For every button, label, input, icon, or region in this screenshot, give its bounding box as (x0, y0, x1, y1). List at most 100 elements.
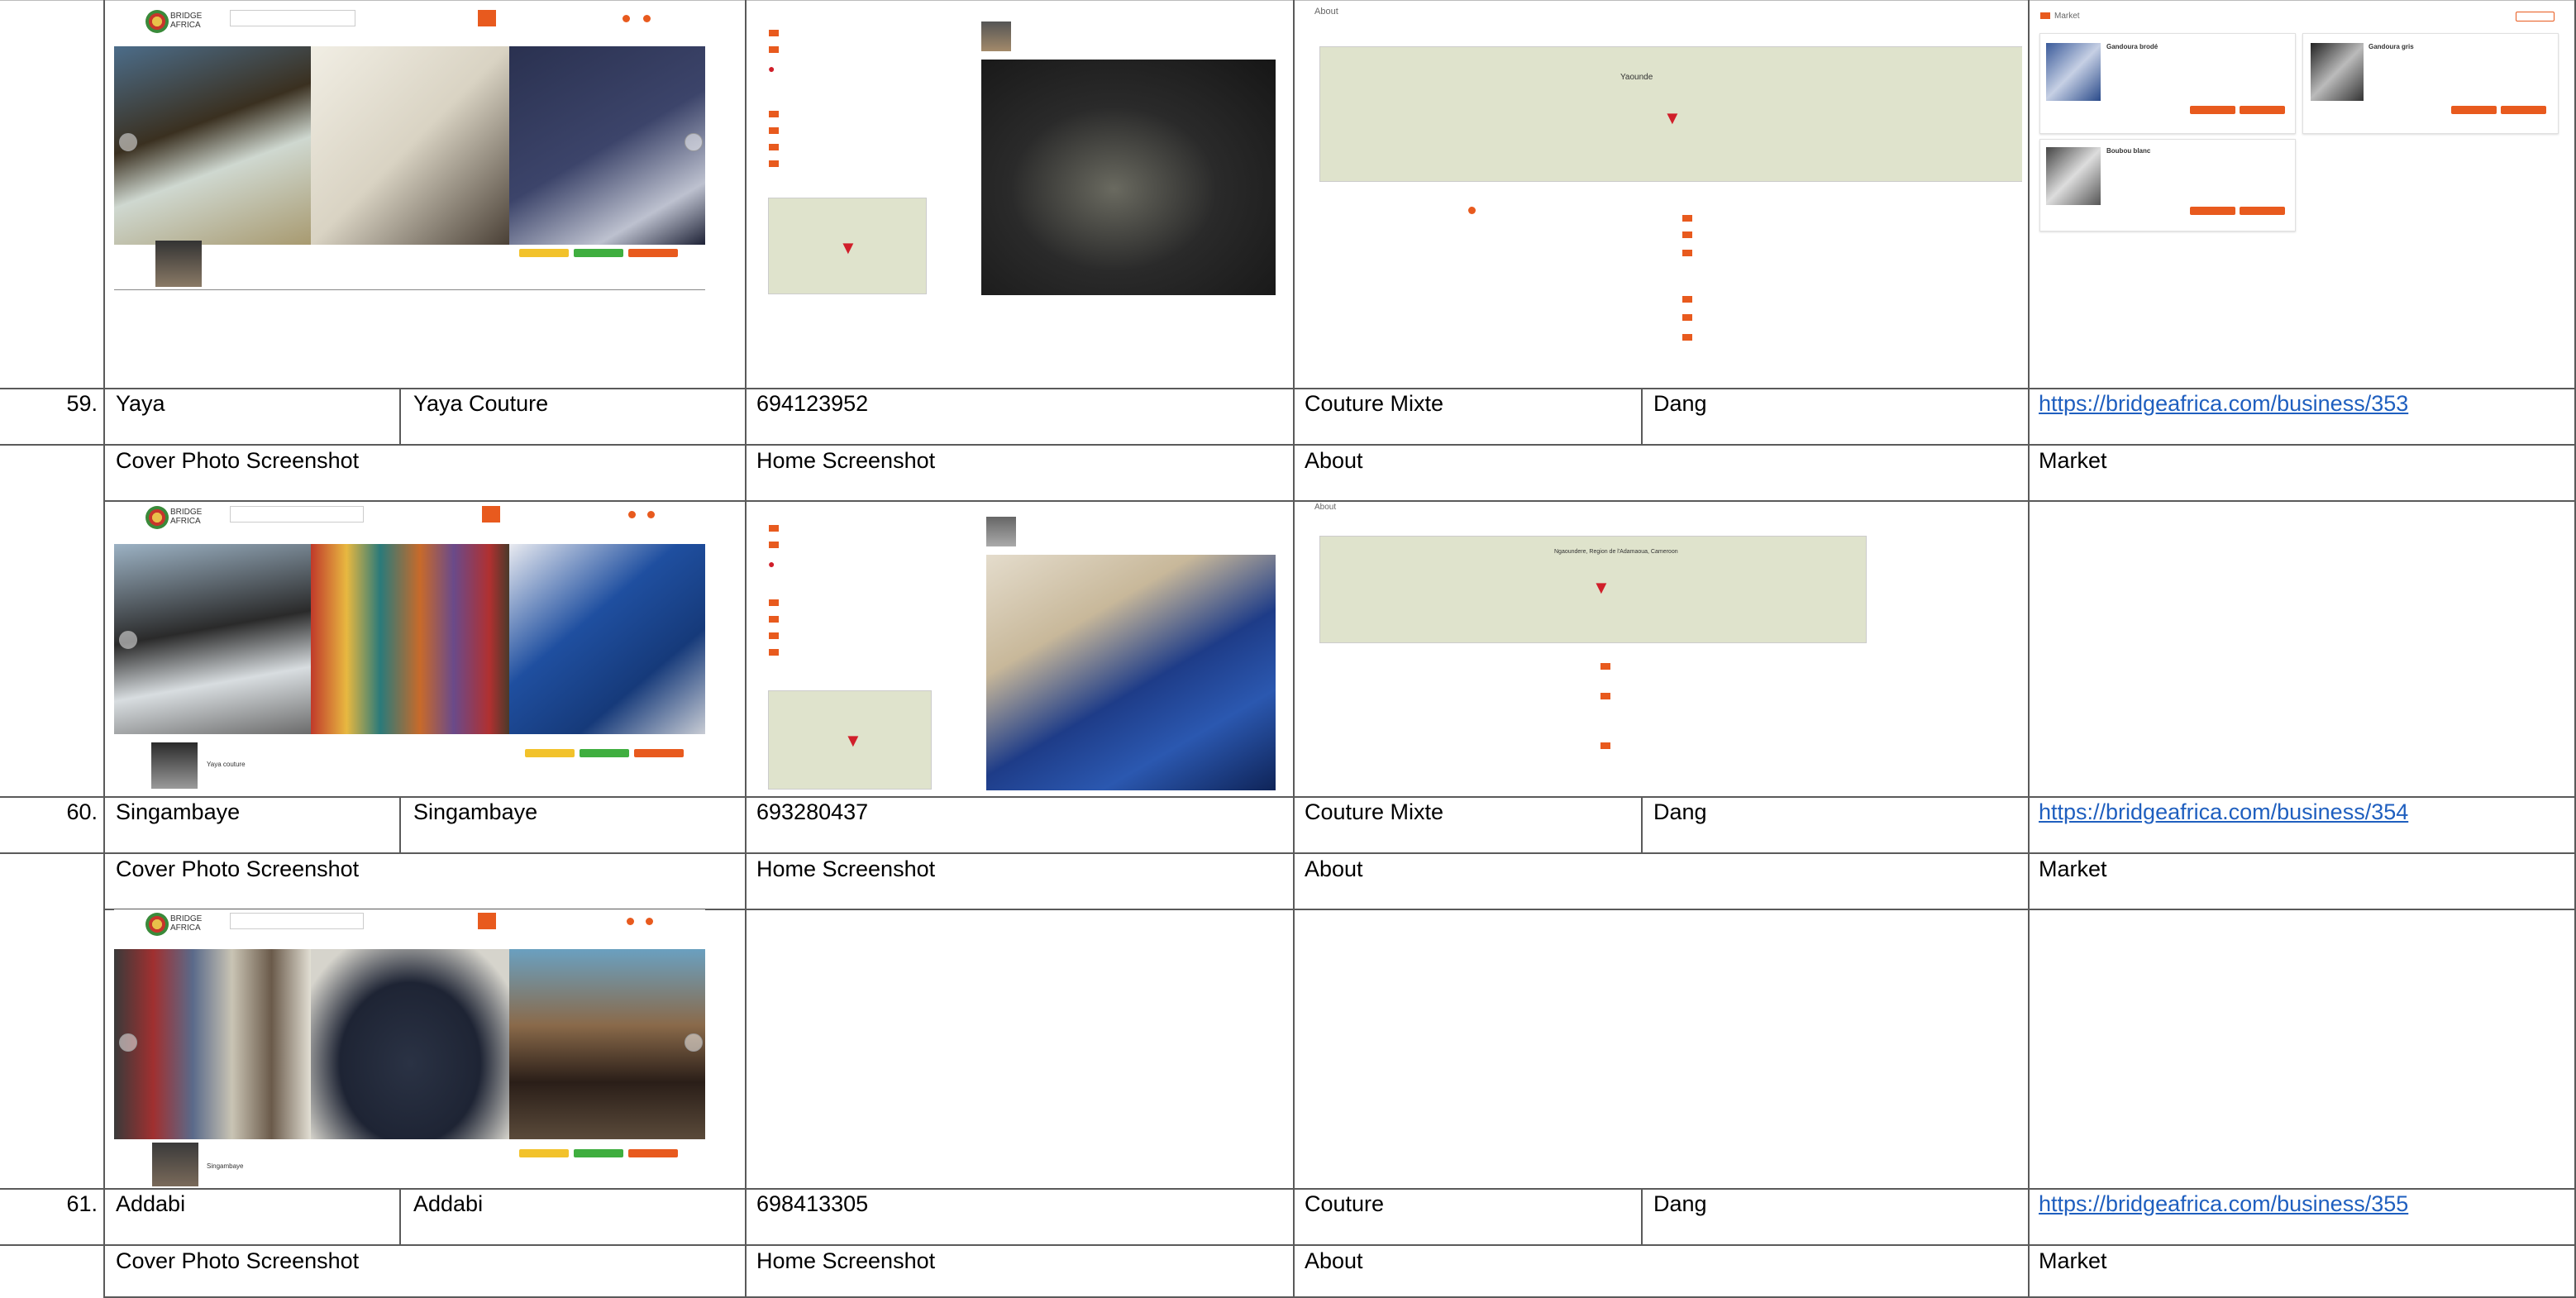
search-input[interactable] (230, 913, 364, 929)
carousel-next-icon[interactable] (685, 1033, 703, 1052)
cover-photo (114, 46, 311, 245)
message-icon[interactable] (646, 918, 653, 925)
message-icon[interactable] (647, 511, 655, 518)
product-image (2311, 43, 2364, 101)
info-icon (769, 599, 779, 606)
header-home: Home Screenshot (756, 857, 936, 881)
row-name: Singambaye (116, 799, 241, 824)
row-business: Addabi (413, 1191, 484, 1216)
search-input[interactable] (230, 506, 364, 523)
market-button[interactable] (2240, 106, 2285, 114)
search-button[interactable] (482, 506, 500, 523)
market-button[interactable] (2190, 207, 2235, 215)
header-about: About (1305, 448, 1363, 473)
header-about: About (1305, 1248, 1363, 1273)
avatar (986, 517, 1016, 546)
map-pin-icon: ▼ (839, 237, 857, 258)
info-icon (1682, 296, 1692, 303)
row-url-link[interactable]: https://bridgeafrica.com/business/355 (2039, 1191, 2408, 1217)
grid-line (1641, 388, 1643, 444)
about-label: About (1314, 7, 1338, 17)
notification-icon[interactable] (628, 511, 636, 518)
home-screenshot: ● ▼ (765, 508, 1287, 794)
grid-line (399, 388, 401, 444)
market-label: Market (2054, 12, 2080, 21)
about-screenshot: About ▼ Ngaoundere, Region de l'Adamaoua… (1306, 503, 1868, 792)
green-button[interactable] (580, 749, 629, 757)
orange-button[interactable] (628, 249, 678, 257)
row-number: 60. (66, 799, 98, 824)
location-icon: ● (768, 557, 775, 570)
avatar (981, 21, 1011, 51)
product-title: Gandoura gris (2368, 43, 2414, 50)
row-name: Yaya (116, 391, 165, 416)
info-icon (769, 30, 779, 36)
carousel-next-icon[interactable] (685, 133, 703, 151)
row-business: Yaya Couture (413, 391, 549, 416)
grid-line (103, 0, 105, 1298)
location-icon (1600, 693, 1610, 699)
map-pin-icon: ▼ (1592, 577, 1610, 598)
cover-screenshot: BRIDGE AFRICA Yaya couture (114, 503, 705, 792)
header-cover: Cover Photo Screenshot (116, 1248, 360, 1273)
market-button[interactable] (2451, 106, 2497, 114)
home-screenshot: ● ▼ (765, 12, 1287, 297)
grid-line (1293, 0, 1295, 1298)
search-button[interactable] (478, 10, 496, 26)
grid-line (745, 0, 747, 1298)
logo-icon (145, 506, 169, 529)
row-locality: Dang (1653, 799, 1707, 824)
row-category: Couture Mixte (1305, 799, 1444, 824)
carousel-prev-icon[interactable] (119, 631, 137, 649)
grid-line (0, 444, 2576, 446)
logo-text: BRIDGE AFRICA (170, 508, 203, 526)
search-button[interactable] (478, 913, 496, 929)
green-button[interactable] (574, 249, 623, 257)
info-icon (1682, 215, 1692, 222)
green-button[interactable] (574, 1149, 623, 1157)
carousel-prev-icon[interactable] (119, 133, 137, 151)
notification-icon[interactable] (627, 918, 634, 925)
yellow-button[interactable] (525, 749, 575, 757)
grid-line (0, 852, 2576, 854)
grid-line (0, 1244, 2576, 1246)
home-photo (981, 60, 1276, 295)
row-url-link[interactable]: https://bridgeafrica.com/business/353 (2039, 390, 2408, 417)
home-photo (986, 555, 1276, 790)
grid-line (1641, 796, 1643, 852)
search-input[interactable] (230, 10, 355, 26)
row-number: 59. (66, 391, 98, 416)
notification-icon[interactable] (623, 15, 630, 22)
yellow-button[interactable] (519, 249, 569, 257)
cover-photo (311, 949, 509, 1139)
row-url-link[interactable]: https://bridgeafrica.com/business/354 (2039, 799, 2408, 825)
header-home: Home Screenshot (756, 1248, 936, 1273)
market-button[interactable] (2190, 106, 2235, 114)
row-category: Couture (1305, 1191, 1385, 1216)
orange-button[interactable] (634, 749, 684, 757)
about-label: About (1314, 503, 1337, 512)
message-icon[interactable] (643, 15, 651, 22)
orange-button[interactable] (628, 1149, 678, 1157)
product-image (2046, 43, 2101, 101)
grid-line (0, 1188, 2576, 1190)
market-button[interactable] (2501, 106, 2546, 114)
row-number: 61. (66, 1191, 98, 1216)
phone-icon (1682, 314, 1692, 321)
market-button[interactable] (2240, 207, 2285, 215)
info-icon (769, 525, 779, 532)
business-name: Yaya couture (207, 761, 246, 768)
header-cover: Cover Photo Screenshot (116, 857, 360, 881)
market-action-button[interactable] (2516, 12, 2555, 21)
map-label: Yaounde (1620, 73, 1653, 82)
header-market: Market (2039, 448, 2107, 473)
info-icon (769, 46, 779, 53)
logo-text: BRIDGE AFRICA (170, 914, 203, 933)
logo-text: BRIDGE AFRICA (170, 12, 203, 30)
grid-line (0, 796, 2576, 798)
row-phone: 694123952 (756, 391, 869, 416)
yellow-button[interactable] (519, 1149, 569, 1157)
carousel-prev-icon[interactable] (119, 1033, 137, 1052)
phone-icon (769, 127, 779, 134)
header-home: Home Screenshot (756, 448, 936, 473)
